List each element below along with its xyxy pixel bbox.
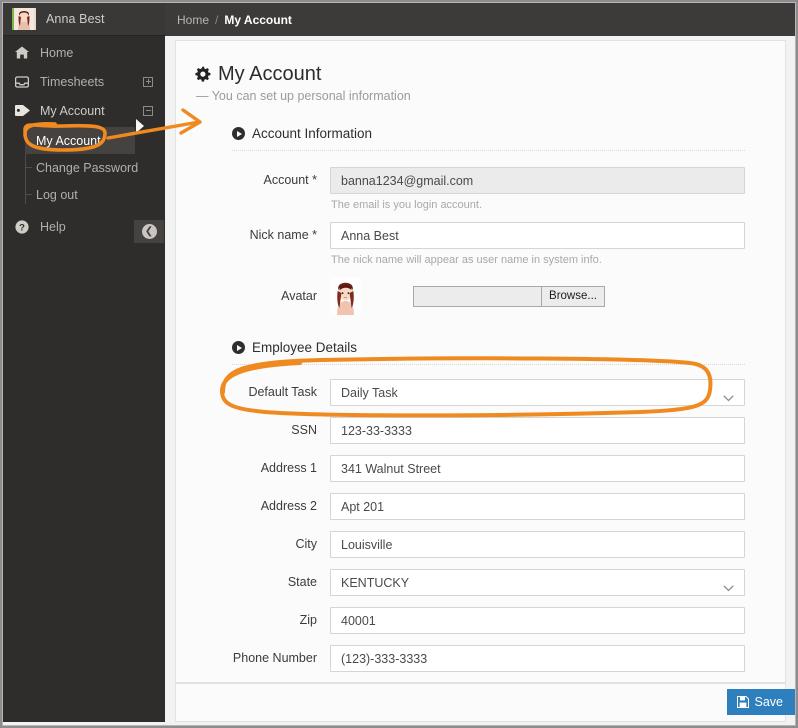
field-row-address-2: Address 2 [232,493,745,520]
avatar-preview [330,277,361,315]
field-label-default-task: Default Task [248,385,317,399]
sidebar-item-help-label: Help [40,219,66,234]
field-row-default-task: Default Task [232,379,745,406]
content-area: My Account — You can set up personal inf… [165,36,795,725]
nick-name-hint: The nick name will appear as user name i… [331,254,602,266]
tag-icon [15,104,35,117]
gear-icon [194,66,211,83]
zip-input[interactable] [330,607,745,634]
page-title: My Account [194,63,785,85]
city-input[interactable] [330,531,745,558]
sidebar-item-timesheets[interactable]: Timesheets [3,67,165,96]
field-label-avatar: Avatar [281,289,317,303]
default-task-select[interactable] [330,379,745,406]
address-1-input[interactable] [330,455,745,482]
breadcrumb-current: My Account [224,12,292,27]
field-label-phone-number: Phone Number [232,651,317,665]
submenu-active-caret [136,119,144,133]
avatar-file-name [414,286,542,306]
save-button-label: Save [754,695,784,709]
field-row-nick-name: Nick name * The nick name will appear as… [232,222,745,266]
user-avatar [12,8,36,30]
account-input[interactable] [330,167,745,194]
phone-number-input[interactable] [330,645,745,672]
sidebar-subitem-log-out-label: Log out [36,187,78,202]
section-account-information-label: Account Information [252,126,373,141]
sidebar-item-timesheets-label: Timesheets [40,74,105,89]
save-button[interactable]: Save [726,689,795,715]
app-window: Anna Best Home Timesheets My Account My … [0,0,798,728]
field-label-zip: Zip [299,613,317,627]
field-row-state: State [232,569,745,596]
section-employee-details-label: Employee Details [252,340,358,355]
floppy-disk-icon [736,696,749,708]
sidebar-item-home-label: Home [40,45,74,60]
state-select[interactable] [330,569,745,596]
sidebar: Anna Best Home Timesheets My Account My … [3,3,165,722]
brand-user-name: Anna Best [46,12,105,26]
topbar: Home / My Account [165,3,795,36]
sidebar-subitem-my-account[interactable]: My Account [25,127,135,154]
page-header: My Account — You can set up personal inf… [176,41,785,103]
field-row-zip: Zip [232,607,745,634]
address-2-input[interactable] [330,493,745,520]
avatar-file-input[interactable]: Browse... [413,285,605,307]
account-hint: The email is you login account. [331,199,483,211]
avatar-browse-button[interactable]: Browse... [542,286,604,306]
home-icon [15,46,35,59]
field-label-account: Account * [263,173,317,187]
breadcrumb-home[interactable]: Home [177,13,209,27]
field-row-phone-number: Phone Number [232,645,745,672]
nick-name-input[interactable] [330,222,745,249]
field-label-nick-name: Nick name * [249,228,317,242]
sidebar-subitem-change-password-label: Change Password [36,160,139,175]
svg-text:?: ? [19,222,25,233]
caret-circle-right-icon [232,341,245,354]
section-divider [232,150,745,151]
sidebar-subitem-my-account-label: My Account [36,133,101,148]
section-account-information-title: Account Information [232,126,745,150]
sidebar-submenu-my-account: My Account Change Password Log out [3,125,165,212]
field-label-address-1: Address 1 [260,461,317,475]
field-row-address-1: Address 1 [232,455,745,482]
section-employee-details-title: Employee Details [232,340,745,364]
field-row-ssn: SSN [232,417,745,444]
caret-circle-right-icon [232,127,245,140]
arrow-circle-left-icon: ❮ [141,224,157,239]
sidebar-item-my-account-label: My Account [40,103,105,118]
sidebar-collapse-button[interactable]: ❮ [134,220,164,243]
sidebar-subitem-change-password[interactable]: Change Password [25,154,165,181]
ssn-input[interactable] [330,417,745,444]
footer-bar: Save [175,683,795,722]
page-subtitle: — You can set up personal information [196,89,411,103]
page-title-text: My Account [218,63,322,85]
breadcrumb-separator: / [215,12,219,27]
field-label-ssn: SSN [291,423,317,437]
account-panel: My Account — You can set up personal inf… [175,40,786,683]
section-account-information: Account Information Account * The email … [232,103,745,315]
collapse-my-account-icon[interactable] [143,105,153,116]
field-row-avatar: Avatar Browse... [232,277,745,315]
question-circle-icon: ? [15,219,35,234]
field-label-state: State [287,575,317,589]
section-divider [232,364,745,365]
sidebar-nav: Home Timesheets My Account My Account Ch… [3,36,165,241]
field-label-address-2: Address 2 [260,499,317,513]
field-row-city: City [232,531,745,558]
field-label-city: City [295,537,317,551]
inbox-icon [15,75,35,88]
section-employee-details: Employee Details Default Task SSN [232,326,745,672]
expand-timesheets-icon[interactable] [143,76,153,87]
sidebar-brand[interactable]: Anna Best [3,3,165,36]
sidebar-subitem-log-out[interactable]: Log out [25,181,165,208]
sidebar-item-home[interactable]: Home [3,38,165,67]
field-row-account: Account * The email is you login account… [232,167,745,211]
